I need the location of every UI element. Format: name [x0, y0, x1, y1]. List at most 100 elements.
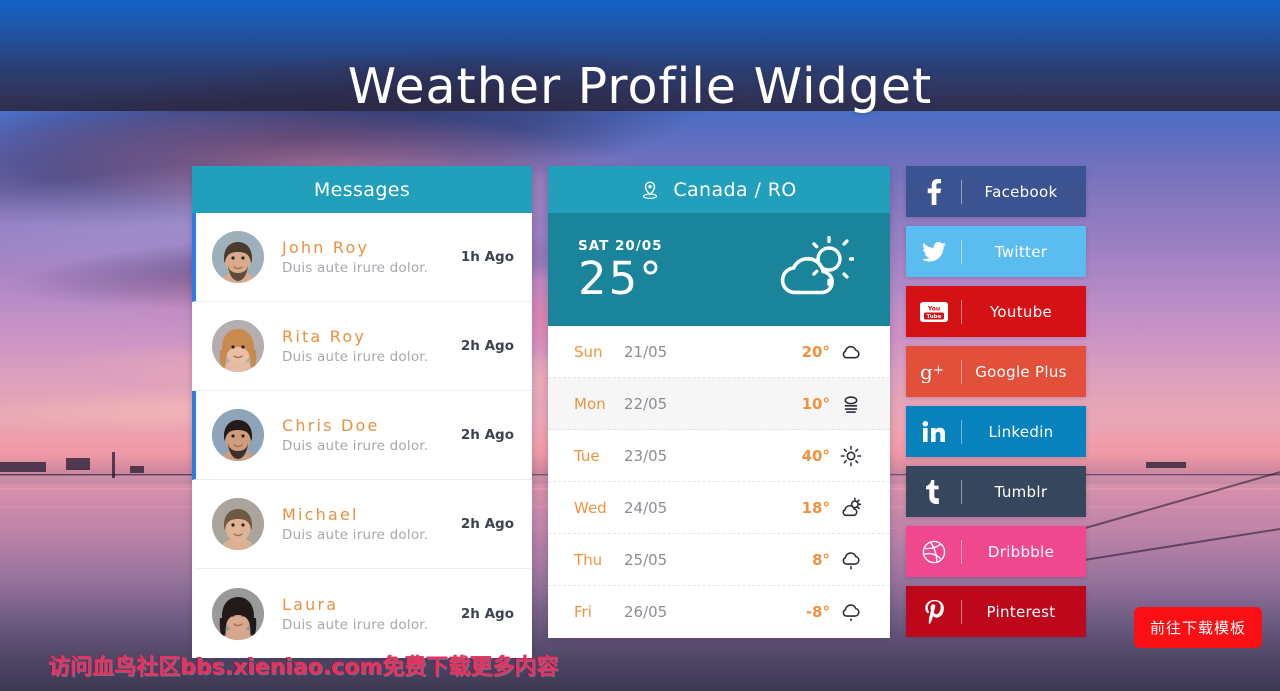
googleplus-icon: g +	[906, 361, 961, 383]
social-button-dribbble[interactable]: Dribbble	[906, 526, 1086, 577]
shoreline-silhouette	[66, 458, 90, 470]
message-preview: Duis aute irure dolor.	[282, 527, 429, 543]
forecast-temp: 18°	[801, 498, 830, 517]
message-body: John Roy Duis aute irure dolor.	[264, 238, 461, 276]
forecast-row[interactable]: Mon 22/05 10°	[548, 378, 890, 430]
message-sender: Michael	[282, 505, 359, 524]
message-preview: Duis aute irure dolor.	[282, 260, 429, 276]
social-label: Google Plus	[975, 362, 1067, 381]
forecast-right: -8°	[806, 601, 862, 623]
social-label: Pinterest	[986, 602, 1056, 621]
message-timestamp: 2h Ago	[460, 338, 514, 354]
fog-icon	[840, 393, 862, 415]
sun-behind-cloud-icon	[774, 235, 857, 303]
forecast-date: 23/05	[624, 446, 668, 465]
message-row[interactable]: John Roy Duis aute irure dolor. 1h Ago	[192, 213, 532, 302]
forecast-date: 22/05	[624, 394, 668, 413]
forecast-day: Thu	[574, 550, 603, 569]
tumblr-icon	[906, 479, 961, 504]
svg-text:g: g	[920, 361, 933, 383]
social-button-google-plus[interactable]: g + Google Plus	[906, 346, 1086, 397]
current-temp: 25°	[578, 252, 664, 305]
message-sender: John Roy	[282, 238, 370, 257]
social-label: Youtube	[989, 302, 1053, 321]
message-sender: Rita Roy	[282, 327, 366, 346]
message-sender: Chris Doe	[282, 416, 380, 435]
social-button-facebook[interactable]: Facebook	[906, 166, 1086, 217]
widget-row: Messages John Roy Duis aute irure dolor.…	[192, 166, 1088, 658]
social-label: Dribbble	[987, 542, 1055, 561]
social-label: Linkedin	[988, 422, 1054, 441]
forecast-list: Sun 21/05 20° Mon 22/05 10° Tue 23/05 40…	[548, 326, 890, 638]
forecast-date: 25/05	[624, 550, 668, 569]
youtube-icon: You Tube	[906, 301, 961, 322]
social-button-linkedin[interactable]: Linkedin	[906, 406, 1086, 457]
message-body: Laura Duis aute irure dolor.	[264, 595, 461, 633]
avatar	[212, 320, 264, 372]
page-title: Weather Profile Widget	[347, 58, 933, 115]
messages-header: Messages	[192, 166, 532, 213]
forecast-right: 10°	[802, 393, 862, 415]
linkedin-icon	[906, 420, 961, 443]
forecast-right: 40°	[802, 445, 862, 467]
svg-text:You: You	[926, 305, 939, 312]
shoreline-silhouette	[112, 452, 115, 478]
avatar	[212, 587, 264, 640]
rain-icon	[840, 549, 862, 571]
message-row[interactable]: Rita Roy Duis aute irure dolor. 2h Ago	[192, 302, 532, 391]
forecast-row[interactable]: Sun 21/05 20°	[548, 326, 890, 378]
shoreline-silhouette	[1146, 462, 1186, 468]
facebook-icon	[906, 178, 961, 205]
social-button-twitter[interactable]: Twitter	[906, 226, 1086, 277]
message-timestamp: 2h Ago	[460, 516, 514, 532]
forecast-day: Wed	[574, 498, 607, 517]
social-button-pinterest[interactable]: Pinterest	[906, 586, 1086, 637]
message-timestamp: 2h Ago	[460, 605, 514, 622]
messages-list: John Roy Duis aute irure dolor. 1h Ago R…	[192, 213, 532, 658]
weather-current-text: SAT 20/05 25°	[578, 238, 664, 301]
message-row[interactable]: Michael Duis aute irure dolor. 2h Ago	[192, 480, 532, 569]
forecast-row[interactable]: Fri 26/05 -8°	[548, 586, 890, 638]
avatar	[212, 498, 264, 550]
sun-icon	[840, 445, 862, 467]
social-buttons: Facebook Twitter You Tube Youtube g + Google…	[906, 166, 1086, 637]
social-button-tumblr[interactable]: Tumblr	[906, 466, 1086, 517]
site-watermark: 访问血鸟社区bbs.xieniao.com免费下载更多内容	[48, 655, 559, 680]
messages-card: Messages John Roy Duis aute irure dolor.…	[192, 166, 532, 658]
forecast-temp: 8°	[812, 550, 830, 569]
forecast-day: Tue	[574, 446, 600, 465]
social-button-youtube[interactable]: You Tube Youtube	[906, 286, 1086, 337]
forecast-date: 21/05	[624, 342, 668, 361]
forecast-temp: -8°	[805, 603, 830, 621]
forecast-day: Mon	[574, 394, 606, 413]
message-body: Michael Duis aute irure dolor.	[264, 505, 461, 543]
social-label: Tumblr	[994, 482, 1048, 501]
message-preview: Duis aute irure dolor.	[282, 616, 429, 633]
shoreline-silhouette	[130, 466, 144, 473]
pinterest-icon	[906, 599, 961, 624]
message-timestamp: 1h Ago	[460, 249, 514, 265]
svg-text:Tube: Tube	[926, 314, 941, 320]
social-label: Twitter	[994, 242, 1048, 261]
weather-location-label: Canada / RO	[673, 178, 797, 201]
forecast-temp: 40°	[801, 446, 830, 465]
message-body: Chris Doe Duis aute irure dolor.	[264, 416, 461, 454]
message-timestamp: 2h Ago	[460, 427, 514, 443]
dribbble-icon	[906, 540, 961, 564]
sun-behind-cloud-icon	[840, 497, 862, 519]
message-body: Rita Roy Duis aute irure dolor.	[264, 327, 461, 365]
forecast-date: 26/05	[624, 603, 668, 621]
download-template-button[interactable]: 前往下载模板	[1133, 607, 1262, 648]
message-row[interactable]: Laura Duis aute irure dolor. 2h Ago	[192, 569, 532, 658]
message-preview: Duis aute irure dolor.	[282, 438, 429, 454]
avatar	[212, 409, 264, 461]
weather-location-header: Canada / RO	[548, 166, 890, 213]
social-label: Facebook	[984, 182, 1058, 201]
twitter-icon	[906, 241, 961, 262]
forecast-row[interactable]: Wed 24/05 18°	[548, 482, 890, 534]
forecast-row[interactable]: Tue 23/05 40°	[548, 430, 890, 482]
map-pin-icon	[641, 180, 659, 200]
weather-card: Canada / RO SAT 20/05 25° Sun 21/05 20° …	[548, 166, 890, 638]
forecast-row[interactable]: Thu 25/05 8°	[548, 534, 890, 586]
message-row[interactable]: Chris Doe Duis aute irure dolor. 2h Ago	[192, 391, 532, 480]
